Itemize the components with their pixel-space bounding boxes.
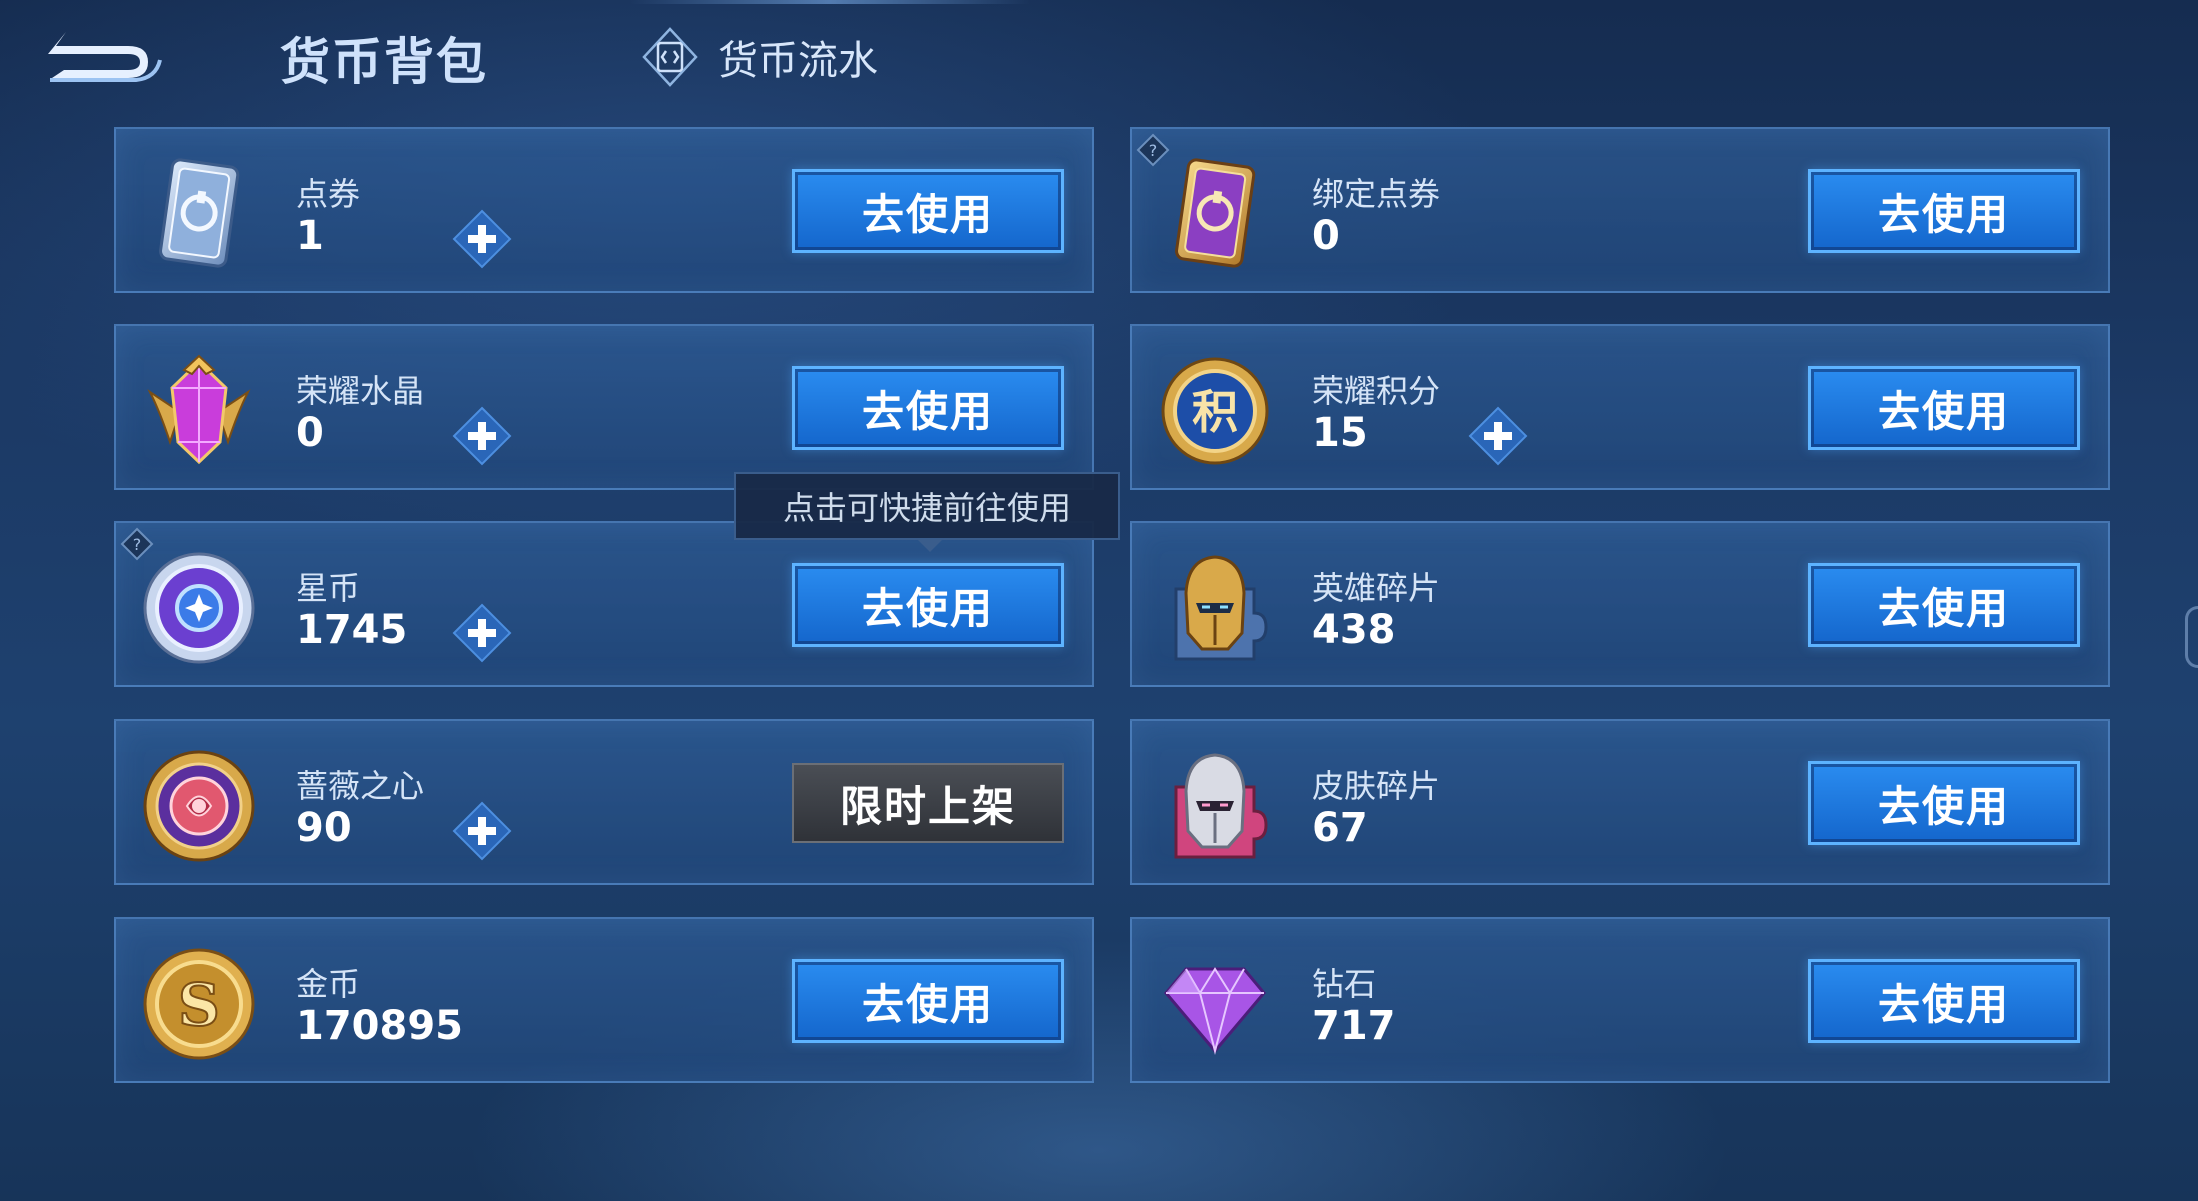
diamond-icon	[1156, 945, 1274, 1063]
use-bound-voucher-button[interactable]: 去使用	[1808, 169, 2080, 253]
tooltip: 点击可快捷前往使用	[734, 472, 1120, 552]
use-skin-fragment-button[interactable]: 去使用	[1808, 761, 2080, 845]
use-hero-fragment-button[interactable]: 去使用	[1808, 563, 2080, 647]
glory-points-icon: 积	[1156, 352, 1274, 470]
plus-icon	[452, 801, 512, 861]
star-coin-icon	[140, 549, 258, 667]
currency-name: 钻石	[1312, 965, 1377, 1003]
currency-amount: 15	[1312, 410, 1368, 456]
plus-icon	[1468, 406, 1528, 466]
currency-amount: 90	[296, 805, 352, 851]
top-divider	[630, 0, 1030, 4]
currency-card-skin-fragment: 皮肤碎片 67 去使用	[1130, 719, 2110, 885]
gold-coin-icon: S	[140, 945, 258, 1063]
skin-fragment-icon	[1156, 747, 1274, 865]
use-glory-points-button[interactable]: 去使用	[1808, 366, 2080, 450]
currency-amount: 717	[1312, 1003, 1396, 1049]
side-handle[interactable]	[2185, 606, 2198, 668]
currency-amount: 0	[1312, 213, 1340, 259]
svg-text:积: 积	[1192, 385, 1238, 439]
currency-name: 荣耀积分	[1312, 372, 1441, 410]
back-button[interactable]	[36, 20, 166, 90]
currency-name: 荣耀水晶	[296, 372, 425, 410]
add-rose-heart-button[interactable]	[452, 801, 512, 861]
voucher-card-icon	[140, 155, 258, 273]
bound-voucher-card-icon	[1156, 155, 1274, 273]
currency-name: 星币	[296, 569, 361, 607]
currency-name: 皮肤碎片	[1312, 767, 1441, 805]
currency-card-glory-points: 积 荣耀积分 15 去使用	[1130, 324, 2110, 490]
plus-icon	[452, 603, 512, 663]
currency-amount: 0	[296, 410, 324, 456]
rose-heart-icon	[140, 747, 258, 865]
currency-card-diamond: 钻石 717 去使用	[1130, 917, 2110, 1083]
add-star-coin-button[interactable]	[452, 603, 512, 663]
currency-amount: 1	[296, 213, 324, 259]
currency-card-rose-heart: 蔷薇之心 90 限时上架	[114, 719, 1094, 885]
currency-name: 英雄碎片	[1312, 569, 1441, 607]
add-glory-crystal-button[interactable]	[452, 406, 512, 466]
plus-icon	[452, 406, 512, 466]
currency-amount: 67	[1312, 805, 1368, 851]
currency-card-voucher: 点券 1 去使用	[114, 127, 1094, 293]
use-voucher-button[interactable]: 去使用	[792, 169, 1064, 253]
currency-name: 蔷薇之心	[296, 767, 425, 805]
use-star-coin-button[interactable]: 去使用	[792, 563, 1064, 647]
currency-name: 点券	[296, 175, 361, 213]
limited-time-button: 限时上架	[792, 763, 1064, 843]
currency-card-gold-coin: S 金币 170895 去使用	[114, 917, 1094, 1083]
currency-card-hero-fragment: 英雄碎片 438 去使用	[1130, 521, 2110, 687]
currency-history-icon	[642, 27, 698, 87]
add-glory-points-button[interactable]	[1468, 406, 1528, 466]
currency-name: 金币	[296, 965, 361, 1003]
page-title: 货币背包	[280, 33, 488, 91]
currency-card-star-coin: ? 星币 1745 去使用	[114, 521, 1094, 687]
currency-amount: 170895	[296, 1003, 463, 1049]
top-bar: 货币背包 货币流水	[0, 0, 2198, 120]
add-voucher-button[interactable]	[452, 209, 512, 269]
currency-name: 绑定点券	[1312, 175, 1441, 213]
plus-icon	[452, 209, 512, 269]
use-gold-coin-button[interactable]: 去使用	[792, 959, 1064, 1043]
svg-text:S: S	[178, 971, 220, 1039]
currency-history-tab[interactable]: 货币流水	[640, 22, 878, 92]
back-arrow-icon	[48, 32, 162, 82]
currency-card-glory-crystal: 荣耀水晶 0 去使用	[114, 324, 1094, 490]
glory-crystal-icon	[140, 352, 258, 470]
use-glory-crystal-button[interactable]: 去使用	[792, 366, 1064, 450]
currency-amount: 1745	[296, 607, 408, 653]
currency-card-bound-voucher: ? 绑定点券 0 去使用	[1130, 127, 2110, 293]
use-diamond-button[interactable]: 去使用	[1808, 959, 2080, 1043]
currency-amount: 438	[1312, 607, 1396, 653]
hero-fragment-icon	[1156, 549, 1274, 667]
currency-history-label: 货币流水	[718, 38, 878, 84]
